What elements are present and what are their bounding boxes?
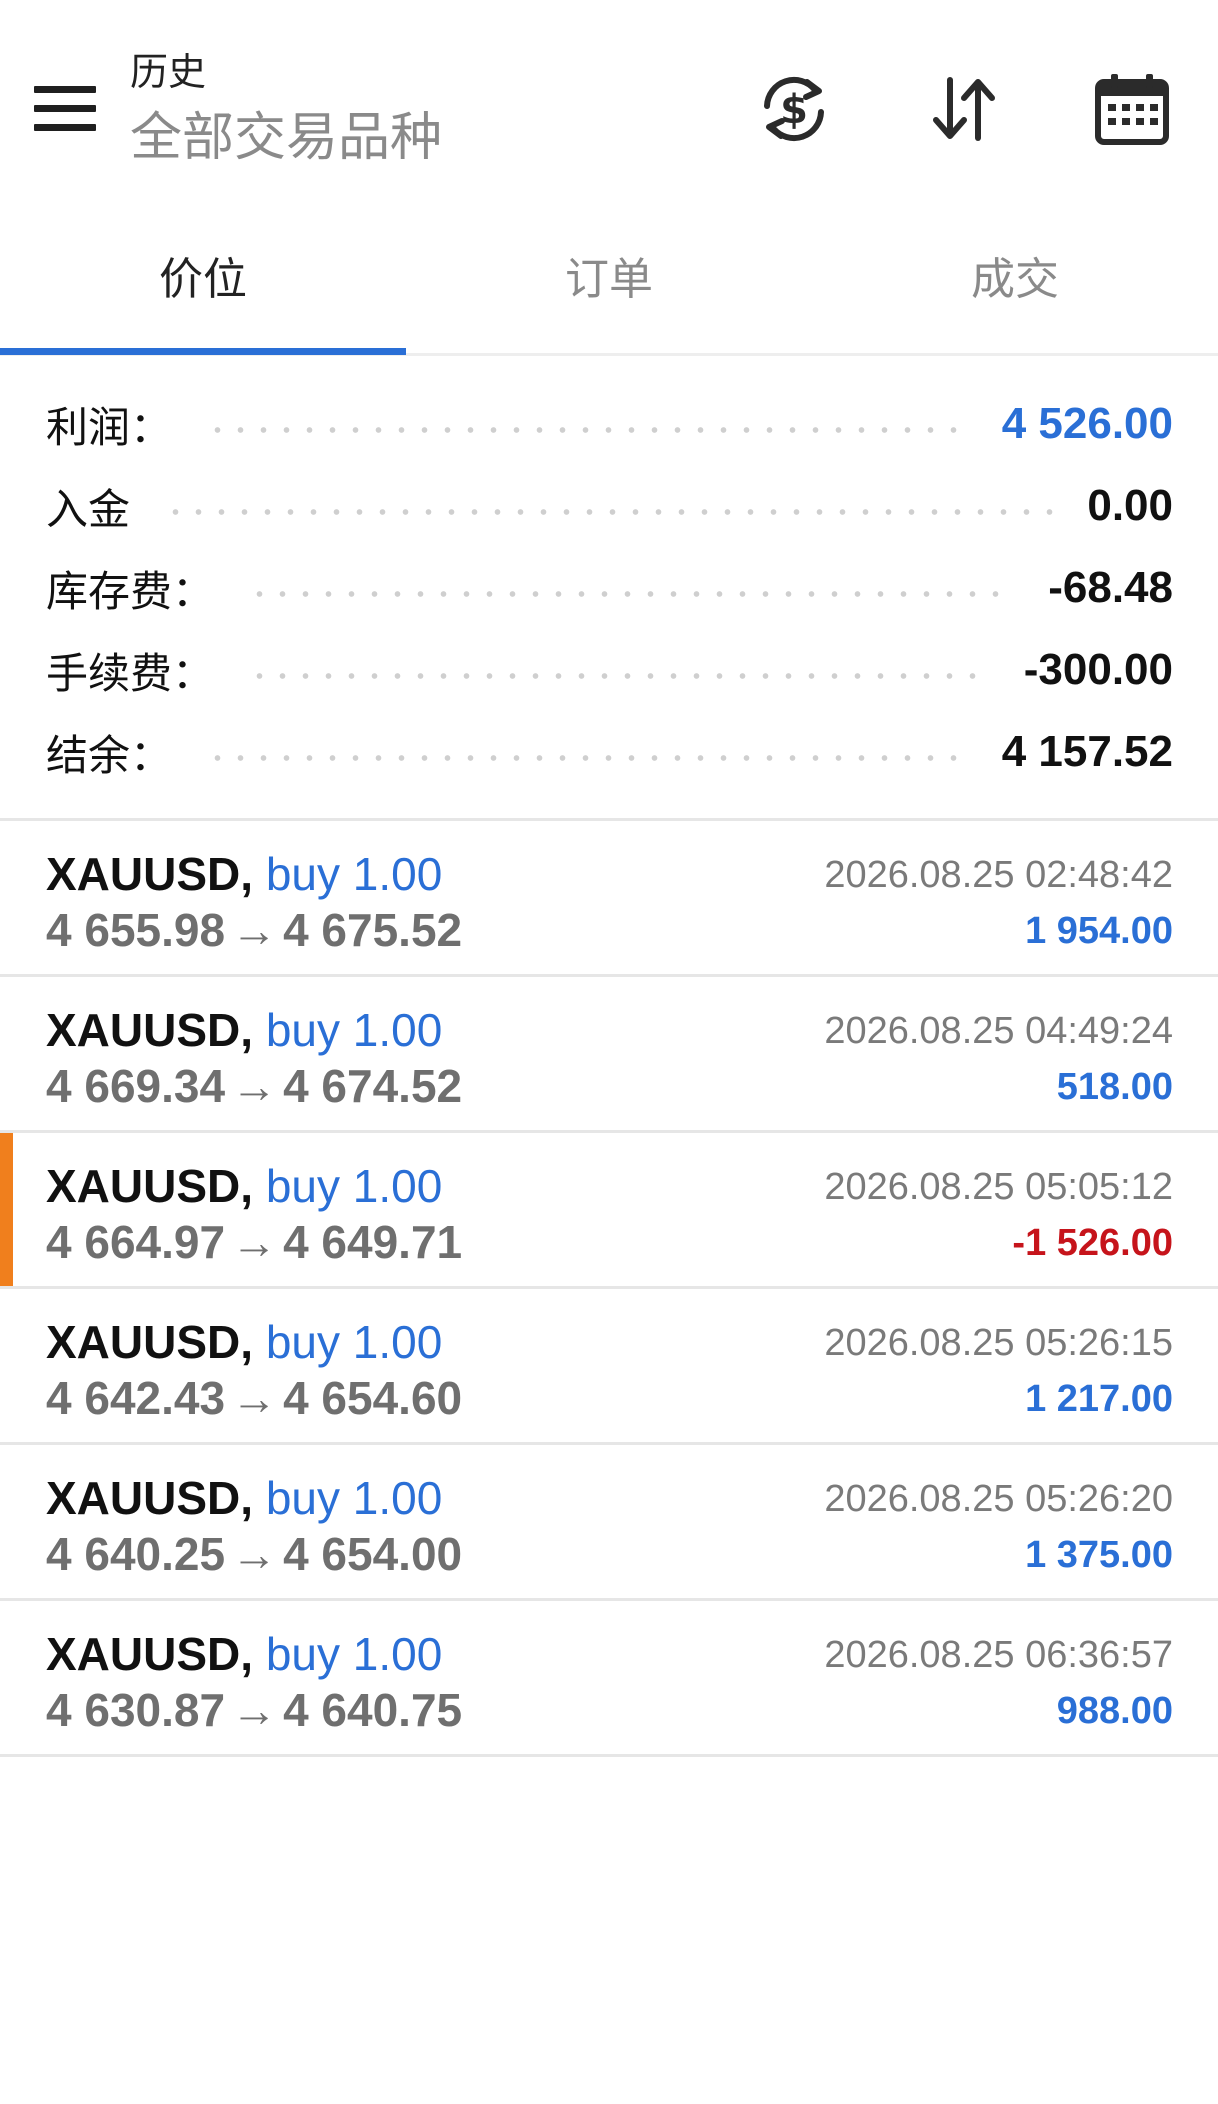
trade-time: 2026.08.25 05:26:20 — [824, 1478, 1173, 1520]
trade-profit: -1 526.00 — [1012, 1222, 1173, 1264]
open-price: 4 630.87 — [46, 1684, 226, 1736]
highlight-marker — [0, 1133, 13, 1286]
summary-value: -300.00 — [1023, 645, 1173, 694]
dot-leader — [248, 671, 990, 681]
calendar-icon[interactable] — [1093, 70, 1171, 148]
summary-label: 入金 — [46, 484, 131, 534]
summary-row-deposit: 入金 0.00 — [0, 465, 1218, 547]
close-price: 4 654.00 — [283, 1528, 463, 1580]
sort-icon[interactable] — [925, 70, 1003, 148]
history-tabs: 价位 订单 成交 — [0, 230, 1218, 356]
open-price: 4 640.25 — [46, 1528, 226, 1580]
trade-list: XAUUSD, buy 1.00 4 655.98 → 4 675.52 2026.… — [0, 821, 1218, 1757]
trade-row[interactable]: XAUUSD, buy 1.00 4 640.25 → 4 654.00 2026.… — [0, 1445, 1218, 1601]
summary-value: 0.00 — [1087, 481, 1173, 530]
close-price: 4 640.75 — [283, 1684, 463, 1736]
trade-symbol: XAUUSD, — [46, 1004, 254, 1056]
summary-value: 4 157.52 — [1001, 727, 1173, 776]
trade-symbol: XAUUSD, — [46, 1160, 254, 1212]
top-app-bar: 历史 全部交易品种 $ — [0, 0, 1218, 190]
trade-side-volume: buy 1.00 — [265, 1628, 443, 1680]
trade-row[interactable]: XAUUSD, buy 1.00 4 669.34 → 4 674.52 2026.… — [0, 977, 1218, 1133]
summary-label: 手续费： — [46, 648, 215, 698]
close-price: 4 675.52 — [283, 904, 463, 956]
arrow-right-icon: → — [231, 1060, 278, 1112]
trade-profit: 1 217.00 — [1025, 1378, 1173, 1420]
menu-icon[interactable] — [34, 86, 96, 132]
dot-leader — [164, 507, 1054, 517]
trade-side-volume: buy 1.00 — [265, 1160, 443, 1212]
open-price: 4 664.97 — [46, 1216, 226, 1268]
trade-row[interactable]: XAUUSD, buy 1.00 4 642.43 → 4 654.60 2026.… — [0, 1289, 1218, 1445]
trade-side-volume: buy 1.00 — [265, 1472, 443, 1524]
trade-row[interactable]: XAUUSD, buy 1.00 4 655.98 → 4 675.52 2026.… — [0, 821, 1218, 977]
trade-profit: 1 954.00 — [1025, 910, 1173, 952]
close-price: 4 674.52 — [283, 1060, 463, 1112]
close-price: 4 654.60 — [283, 1372, 463, 1424]
trade-row[interactable]: XAUUSD, buy 1.00 4 630.87 → 4 640.75 2026.… — [0, 1601, 1218, 1757]
summary-label: 库存费： — [46, 566, 215, 616]
trade-time: 2026.08.25 05:05:12 — [824, 1166, 1173, 1208]
open-price: 4 642.43 — [46, 1372, 226, 1424]
active-tab-indicator — [0, 348, 406, 355]
trade-time: 2026.08.25 02:48:42 — [824, 854, 1173, 896]
trade-profit: 518.00 — [1056, 1066, 1173, 1108]
summary-row-profit: 利润： 4 526.00 — [0, 383, 1218, 465]
symbol-filter[interactable]: 全部交易品种 — [130, 108, 442, 168]
summary-label: 结余： — [46, 730, 173, 780]
dot-leader — [248, 589, 1015, 599]
open-price: 4 655.98 — [46, 904, 226, 956]
trade-symbol: XAUUSD, — [46, 1472, 254, 1524]
summary-row-balance: 结余： 4 157.52 — [0, 711, 1218, 793]
summary-value: 4 526.00 — [1001, 399, 1173, 448]
summary-panel: 利润： 4 526.00 入金 0.00 库存费： -68.48 手续费： -3… — [0, 383, 1218, 793]
summary-row-swap: 库存费： -68.48 — [0, 547, 1218, 629]
arrow-right-icon: → — [231, 1684, 278, 1736]
close-price: 4 649.71 — [283, 1216, 463, 1268]
trade-time: 2026.08.25 06:36:57 — [824, 1634, 1173, 1676]
arrow-right-icon: → — [231, 904, 278, 956]
trade-side-volume: buy 1.00 — [265, 1316, 443, 1368]
trade-symbol: XAUUSD, — [46, 848, 254, 900]
summary-value: -68.48 — [1048, 563, 1173, 612]
open-price: 4 669.34 — [46, 1060, 226, 1112]
trade-side-volume: buy 1.00 — [265, 848, 443, 900]
trade-profit: 1 375.00 — [1025, 1534, 1173, 1576]
currency-refresh-icon[interactable]: $ — [755, 70, 833, 148]
dot-leader — [206, 425, 968, 435]
summary-label: 利润： — [46, 402, 173, 452]
summary-row-commission: 手续费： -300.00 — [0, 629, 1218, 711]
tab-deals[interactable]: 成交 — [812, 230, 1218, 350]
dot-leader — [206, 753, 968, 763]
trade-symbol: XAUUSD, — [46, 1628, 254, 1680]
page-title: 历史 — [130, 50, 207, 94]
trade-row[interactable]: XAUUSD, buy 1.00 4 664.97 → 4 649.71 2026.… — [0, 1133, 1218, 1289]
trade-time: 2026.08.25 04:49:24 — [824, 1010, 1173, 1052]
svg-text:$: $ — [780, 87, 808, 133]
trade-side-volume: buy 1.00 — [265, 1004, 443, 1056]
trade-profit: 988.00 — [1056, 1690, 1173, 1732]
arrow-right-icon: → — [231, 1372, 278, 1424]
trade-time: 2026.08.25 05:26:15 — [824, 1322, 1173, 1364]
arrow-right-icon: → — [231, 1216, 278, 1268]
tab-positions[interactable]: 价位 — [0, 230, 406, 350]
trade-symbol: XAUUSD, — [46, 1316, 254, 1368]
tab-orders[interactable]: 订单 — [406, 230, 812, 350]
arrow-right-icon: → — [231, 1528, 278, 1580]
